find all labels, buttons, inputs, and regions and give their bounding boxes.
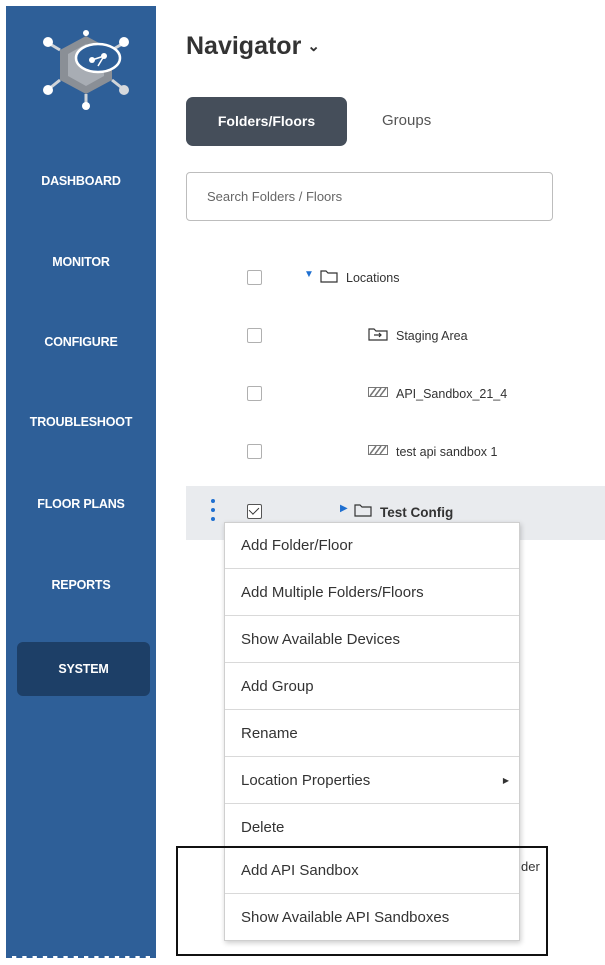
tree-row-label: test api sandbox 1 bbox=[396, 445, 498, 459]
tree-row-staging-area[interactable]: Staging Area bbox=[186, 316, 605, 356]
sidebar-item-dashboard[interactable]: DASHBOARD bbox=[6, 174, 156, 188]
menu-item-show-available-devices[interactable]: Show Available Devices bbox=[225, 617, 519, 663]
folder-icon bbox=[354, 504, 372, 517]
row-checkbox[interactable] bbox=[247, 328, 262, 343]
sidebar-item-floor-plans[interactable]: FLOOR PLANS bbox=[6, 497, 156, 511]
caret-down-icon[interactable]: ▼ bbox=[304, 269, 314, 280]
staging-folder-icon bbox=[368, 328, 388, 341]
row-checkbox[interactable] bbox=[247, 444, 262, 459]
tree-row-locations[interactable]: ▼ Locations bbox=[186, 258, 605, 298]
context-menu: Add Folder/Floor Add Multiple Folders/Fl… bbox=[224, 522, 520, 847]
menu-item-add-folder-floor[interactable]: Add Folder/Floor bbox=[225, 523, 519, 569]
tree-row-label: Test Config bbox=[380, 505, 454, 520]
sidebar-item-configure[interactable]: CONFIGURE bbox=[6, 335, 156, 349]
caret-right-icon[interactable]: ▶ bbox=[340, 503, 348, 514]
app-logo-icon bbox=[43, 30, 129, 110]
search-input[interactable] bbox=[186, 172, 553, 221]
menu-item-delete[interactable]: Delete bbox=[225, 805, 519, 851]
row-checkbox[interactable] bbox=[247, 270, 262, 285]
sidebar-item-reports[interactable]: REPORTS bbox=[6, 578, 156, 592]
tab-folders-floors[interactable]: Folders/Floors bbox=[186, 97, 347, 146]
tree-row-label: Locations bbox=[346, 271, 400, 285]
menu-item-add-group[interactable]: Add Group bbox=[225, 664, 519, 710]
highlight-box bbox=[176, 846, 548, 956]
menu-item-label: Location Properties bbox=[241, 772, 371, 789]
tab-groups[interactable]: Groups bbox=[382, 112, 431, 129]
sidebar-bottom-edge bbox=[6, 956, 156, 962]
tree-row-label: Staging Area bbox=[396, 329, 468, 343]
sandbox-icon bbox=[368, 387, 388, 397]
page-title[interactable]: Navigator ⌄ bbox=[186, 32, 320, 61]
menu-item-rename[interactable]: Rename bbox=[225, 711, 519, 757]
sidebar-item-monitor[interactable]: MONITOR bbox=[6, 255, 156, 269]
sandbox-icon bbox=[368, 445, 388, 455]
tree-row-api-sandbox-21-4[interactable]: API_Sandbox_21_4 bbox=[186, 374, 605, 414]
page-title-text: Navigator bbox=[186, 32, 302, 60]
chevron-down-icon[interactable]: ⌄ bbox=[307, 38, 320, 55]
tree-row-test-api-sandbox-1[interactable]: test api sandbox 1 bbox=[186, 432, 605, 472]
menu-item-add-multiple-folders-floors[interactable]: Add Multiple Folders/Floors bbox=[225, 570, 519, 616]
tree-row-label: API_Sandbox_21_4 bbox=[396, 387, 508, 401]
submenu-arrow-icon: ▶ bbox=[502, 776, 509, 785]
sidebar-item-troubleshoot[interactable]: TROUBLESHOOT bbox=[6, 415, 156, 429]
kebab-menu-icon[interactable] bbox=[211, 499, 215, 521]
sidebar: DASHBOARD MONITOR CONFIGURE TROUBLESHOOT… bbox=[6, 6, 156, 956]
row-checkbox[interactable] bbox=[247, 504, 262, 519]
folder-icon bbox=[320, 270, 338, 283]
sidebar-item-system[interactable]: SYSTEM bbox=[17, 642, 150, 696]
menu-item-location-properties[interactable]: Location Properties ▶ bbox=[225, 758, 519, 804]
row-checkbox[interactable] bbox=[247, 386, 262, 401]
